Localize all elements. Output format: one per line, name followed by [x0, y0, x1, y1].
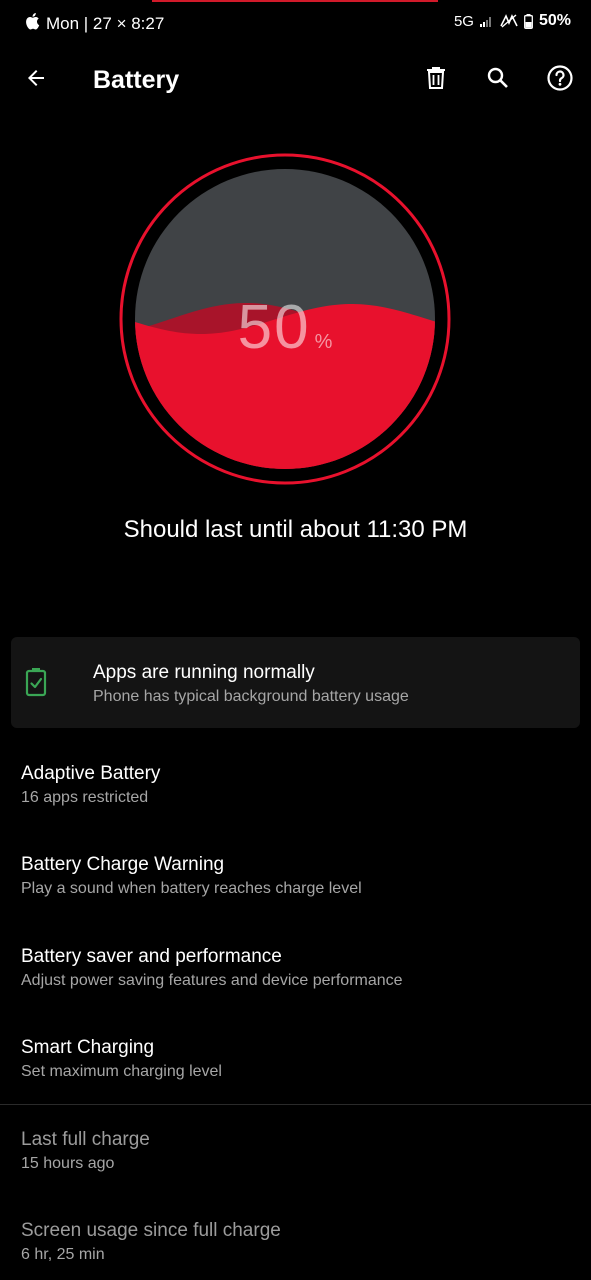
delete-icon — [425, 66, 447, 95]
battery-status-icon — [524, 13, 533, 29]
tip-subtitle: Phone has typical background battery usa… — [93, 688, 409, 705]
status-bar: Mon | 27 × 8:27 5G 50% — [0, 0, 591, 44]
battery-ok-icon — [25, 667, 47, 702]
last-full-charge-item: Last full charge 15 hours ago — [0, 1129, 591, 1209]
item-title: Battery saver and performance — [21, 946, 282, 967]
stat-value: 6 hr, 25 min — [21, 1246, 105, 1263]
item-subtitle: Set maximum charging level — [21, 1063, 222, 1080]
signal-icon — [479, 15, 494, 27]
battery-percent: 50% — [538, 12, 571, 29]
battery-estimate: Should last until about 11:30 PM — [123, 516, 468, 543]
search-icon — [486, 66, 510, 95]
battery-level-gauge: 50% — [118, 152, 452, 486]
no-signal-icon — [500, 14, 518, 28]
item-subtitle: 16 apps restricted — [21, 789, 149, 806]
battery-settings-screen: Mon | 27 × 8:27 5G 50% Battery 50 % Shou… — [0, 0, 591, 1280]
back-arrow-icon — [24, 66, 48, 95]
item-subtitle: Play a sound when battery reaches charge… — [21, 880, 362, 897]
app-bar: Battery — [0, 52, 591, 110]
screen-usage-item: Screen usage since full charge 6 hr, 25 … — [0, 1220, 591, 1280]
search-button[interactable] — [476, 58, 520, 102]
battery-saver-item[interactable]: Battery saver and performance Adjust pow… — [0, 946, 591, 1026]
stat-value: 15 hours ago — [21, 1155, 115, 1172]
item-title: Smart Charging — [21, 1037, 155, 1058]
help-button[interactable] — [538, 58, 582, 102]
adaptive-battery-item[interactable]: Adaptive Battery 16 apps restricted — [0, 763, 591, 843]
item-subtitle: Adjust power saving features and device … — [21, 972, 403, 989]
smart-charging-item[interactable]: Smart Charging Set maximum charging leve… — [0, 1037, 591, 1117]
help-icon — [547, 64, 573, 96]
item-title: Battery Charge Warning — [21, 854, 225, 875]
gauge-graphic — [119, 153, 451, 485]
item-title: Adaptive Battery — [21, 763, 161, 784]
battery-tip-card[interactable]: Apps are running normally Phone has typi… — [11, 637, 580, 728]
apple-logo-icon — [24, 12, 40, 35]
stat-title: Screen usage since full charge — [21, 1220, 281, 1241]
status-time: Mon | 27 × 8:27 — [46, 13, 165, 33]
delete-button[interactable] — [414, 58, 458, 102]
status-left: Mon | 27 × 8:27 — [24, 12, 164, 35]
back-button[interactable] — [14, 58, 58, 102]
status-right: 5G 50% — [454, 12, 571, 30]
tip-title: Apps are running normally — [93, 662, 315, 683]
page-title: Battery — [93, 66, 180, 94]
network-type: 5G — [453, 12, 474, 30]
stat-title: Last full charge — [21, 1129, 150, 1150]
battery-charge-warning-item[interactable]: Battery Charge Warning Play a sound when… — [0, 854, 591, 934]
section-divider — [0, 1104, 591, 1105]
